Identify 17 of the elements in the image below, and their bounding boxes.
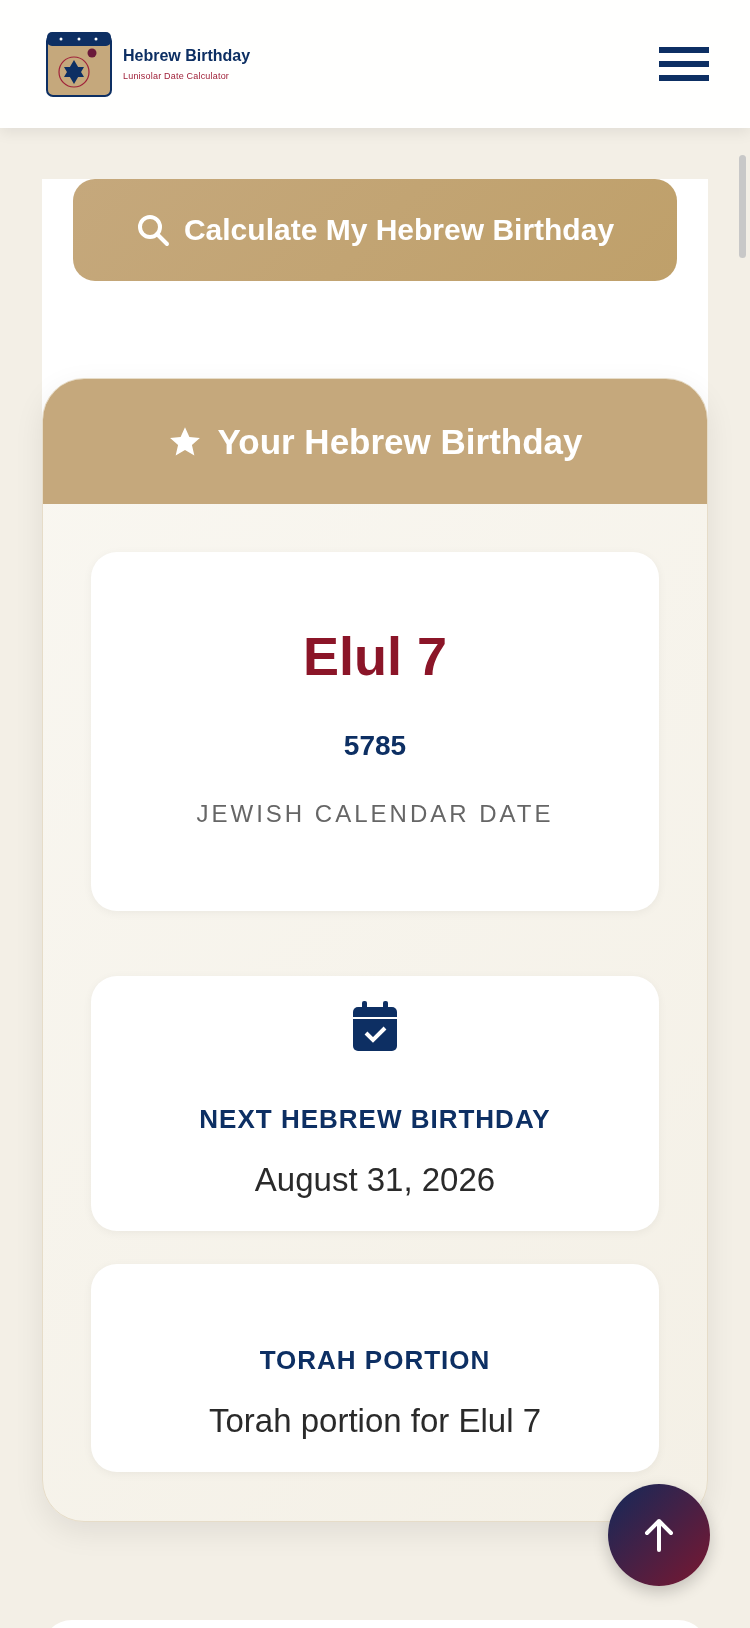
info-label: NEXT HEBREW BIRTHDAY [199, 1103, 551, 1135]
info-label: TORAH PORTION [259, 1344, 491, 1376]
search-icon [135, 213, 170, 247]
hebrew-date: Elul 7 [302, 625, 447, 688]
scrollbar-thumb[interactable] [739, 155, 746, 258]
calendar-check-icon [353, 1001, 397, 1051]
arrow-up-icon [644, 1518, 674, 1552]
info-value: Torah portion for Elul 7 [209, 1401, 541, 1441]
date-label: JEWISH CALENDAR DATE [196, 799, 554, 828]
hebrew-year: 5785 [343, 729, 407, 763]
back-to-top-button[interactable] [608, 1484, 710, 1586]
info-value: August 31, 2026 [254, 1160, 496, 1200]
calculate-button[interactable]: Calculate My Hebrew Birthday [73, 179, 677, 281]
app-subtitle: Lunisolar Date Calculator [123, 71, 231, 81]
result-title: Your Hebrew Birthday [217, 421, 583, 462]
menu-icon[interactable] [659, 47, 709, 81]
app-title: Hebrew Birthday [123, 47, 251, 65]
